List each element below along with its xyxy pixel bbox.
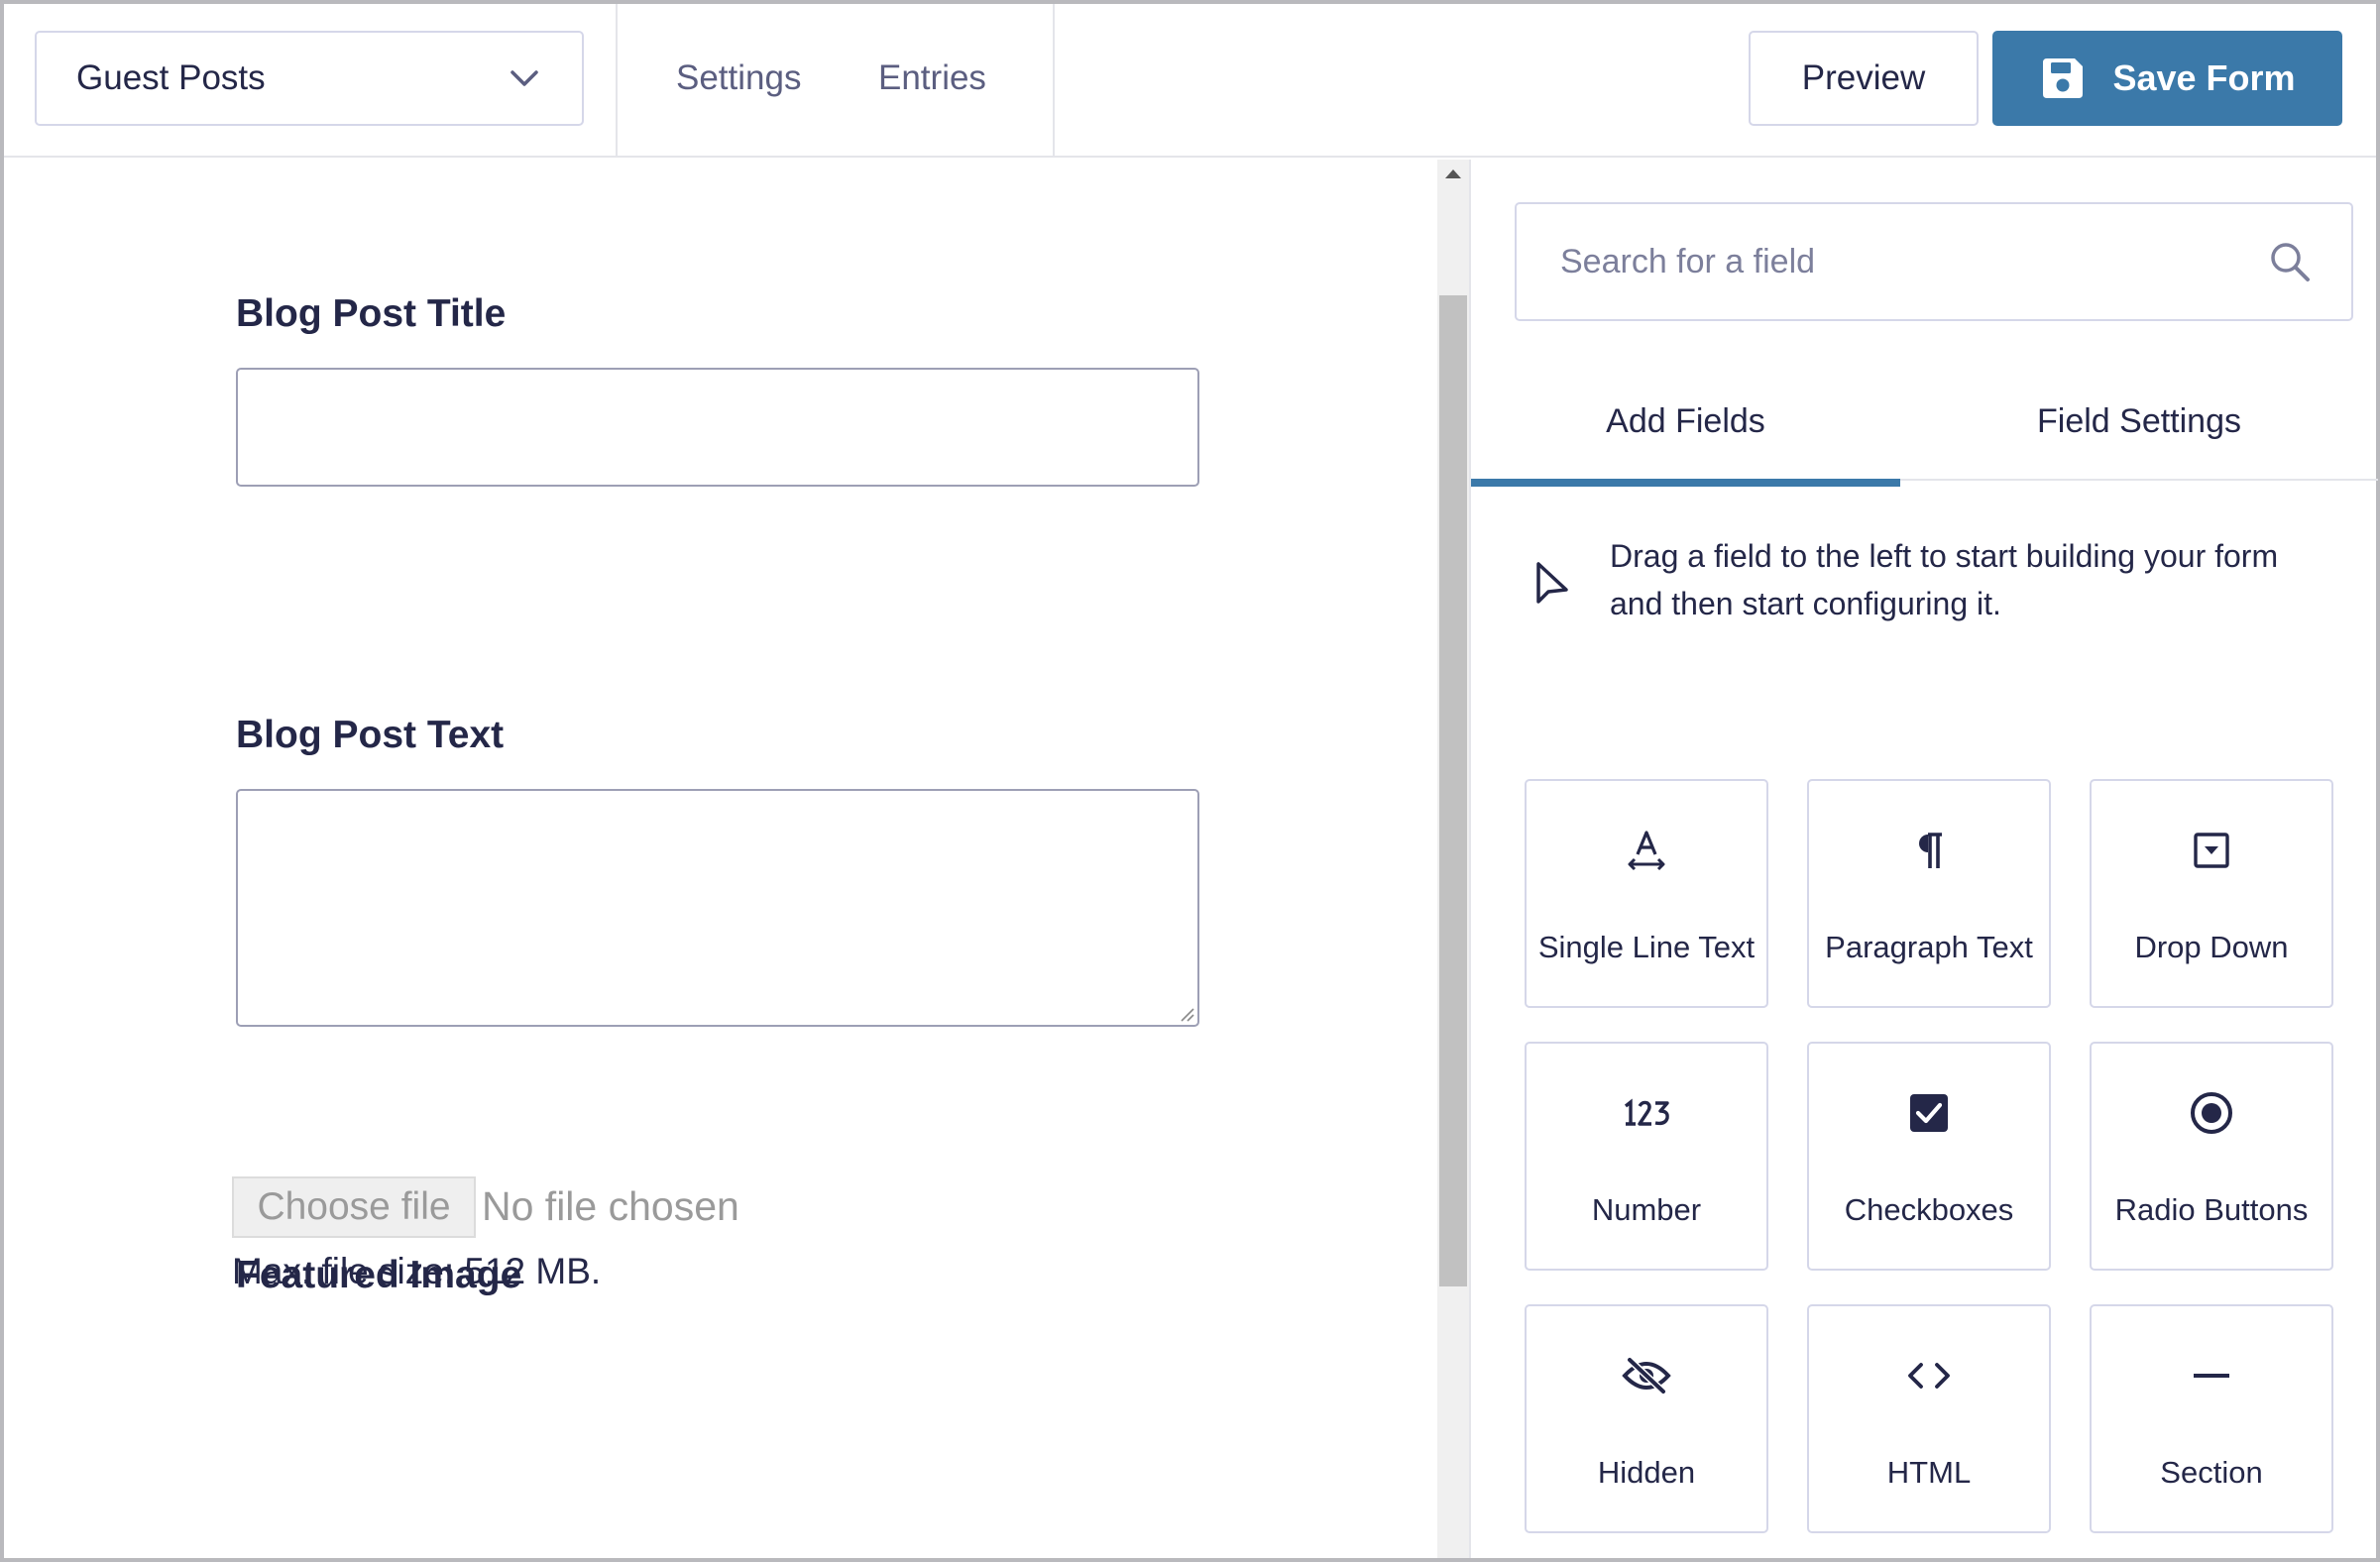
field-search-placeholder: Search for a field — [1560, 242, 1816, 280]
field-type-label: Checkboxes — [1844, 1192, 2014, 1227]
toolbar-divider — [616, 4, 618, 158]
single-line-text-icon — [1527, 823, 1766, 878]
blog-post-title-input[interactable] — [236, 368, 1199, 487]
field-search-input[interactable]: Search for a field — [1515, 202, 2353, 321]
file-status-text: No file chosen — [482, 1183, 739, 1229]
tab-field-settings[interactable]: Field Settings — [1900, 402, 2378, 441]
scrollbar-thumb[interactable] — [1439, 295, 1467, 1286]
preview-button[interactable]: Preview — [1749, 31, 1979, 126]
cursor-pointer-icon — [1532, 560, 1572, 610]
chevron-down-icon — [507, 60, 542, 96]
field-type-radio-buttons[interactable]: Radio Buttons — [2090, 1042, 2333, 1271]
max-file-size-text: Max. file size: 512 MB. — [232, 1251, 602, 1291]
choose-file-button[interactable]: Choose file — [232, 1176, 476, 1238]
field-type-label: Single Line Text — [1537, 930, 1756, 964]
tab-add-fields[interactable]: Add Fields — [1471, 402, 1900, 441]
field-type-label: HTML — [1886, 1455, 1972, 1490]
drag-hint-text: Drag a field to the left to start buildi… — [1610, 538, 2279, 621]
eye-slash-icon — [1527, 1348, 1766, 1403]
section-divider-icon — [2092, 1348, 2331, 1403]
checkbox-icon — [1809, 1085, 2049, 1141]
radio-button-icon — [2092, 1085, 2331, 1141]
save-form-button[interactable]: Save Form — [1992, 31, 2342, 126]
field-type-hidden[interactable]: Hidden — [1525, 1304, 1768, 1533]
field-type-label: Number — [1591, 1192, 1702, 1227]
paragraph-icon — [1809, 823, 2049, 878]
field-type-paragraph-text[interactable]: Paragraph Text — [1807, 779, 2051, 1008]
field-sidebar: Search for a field Add Fields Field Sett… — [1469, 160, 2378, 1558]
resize-handle-icon[interactable] — [1177, 1004, 1194, 1022]
nav-settings-link[interactable]: Settings — [676, 58, 801, 98]
preview-button-label: Preview — [1801, 58, 1926, 97]
field-type-drop-down[interactable]: Drop Down — [2090, 779, 2333, 1008]
choose-file-label: Choose file — [257, 1185, 451, 1228]
nav-entries-link[interactable]: Entries — [878, 58, 986, 98]
active-tab-indicator — [1471, 479, 1900, 487]
scroll-up-arrow-icon[interactable] — [1445, 169, 1461, 178]
field-type-label: Hidden — [1597, 1455, 1696, 1490]
floppy-disk-icon — [2039, 55, 2087, 102]
field-type-section[interactable]: Section — [2090, 1304, 2333, 1533]
field-type-label: Drop Down — [2134, 930, 2289, 964]
blog-post-text-textarea[interactable] — [236, 789, 1199, 1027]
save-form-label: Save Form — [2112, 57, 2296, 98]
form-selector-dropdown[interactable]: Guest Posts — [35, 31, 584, 126]
search-icon[interactable] — [2268, 240, 2312, 283]
field-type-label: Section — [2160, 1455, 2263, 1490]
blog-post-title-label: Blog Post Title — [236, 292, 507, 335]
code-icon — [1809, 1348, 2049, 1403]
dropdown-icon — [2092, 823, 2331, 878]
top-toolbar: Guest Posts Settings Entries Preview Sav… — [4, 4, 2376, 158]
field-type-number[interactable]: Number — [1525, 1042, 1768, 1271]
form-selector-value: Guest Posts — [76, 58, 266, 97]
field-type-label: Paragraph Text — [1825, 930, 2033, 964]
toolbar-divider — [1053, 4, 1055, 158]
field-type-checkboxes[interactable]: Checkboxes — [1807, 1042, 2051, 1271]
blog-post-text-label: Blog Post Text — [236, 714, 505, 756]
form-editor-canvas: Blog Post Title Blog Post Text Featured … — [4, 160, 1437, 1558]
field-type-label: Radio Buttons — [2114, 1192, 2309, 1227]
number-123-icon — [1527, 1085, 1766, 1141]
field-type-html[interactable]: HTML — [1807, 1304, 2051, 1533]
field-type-single-line-text[interactable]: Single Line Text — [1525, 779, 1768, 1008]
